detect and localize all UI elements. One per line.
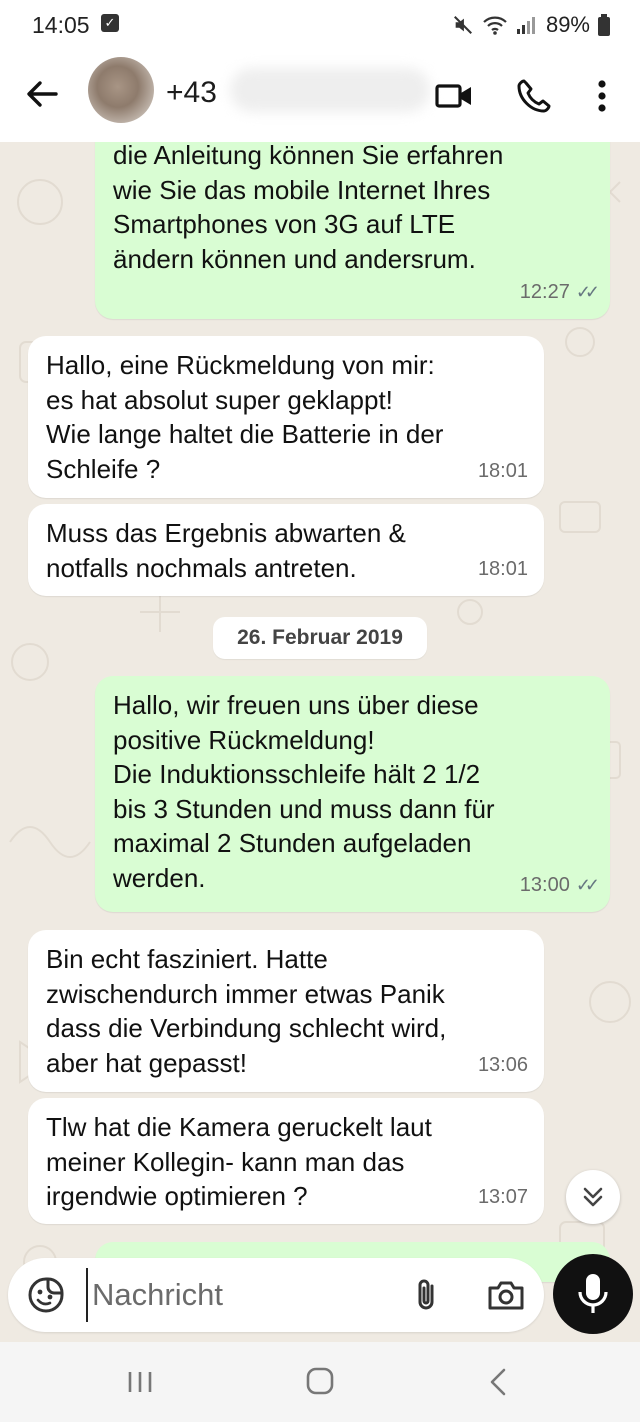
message-bubble-incoming[interactable]: Muss das Ergebnis abwarten & notfalls no… — [28, 504, 544, 596]
message-time: 13:06 — [477, 1053, 528, 1076]
message-text: Hallo, eine Rückmeldung von mir: es hat … — [46, 350, 444, 484]
message-time: 18:01 — [477, 557, 528, 580]
system-navigation-bar — [0, 1342, 640, 1422]
status-bar: 14:05 ✓ 89% — [0, 0, 640, 50]
wifi-icon — [483, 16, 507, 35]
back-arrow-icon[interactable] — [22, 74, 62, 114]
message-bubble-outgoing[interactable]: Hallo, wir freuen uns über diese positiv… — [95, 676, 610, 912]
message-text: Hallo, wir freuen uns über diese positiv… — [113, 690, 495, 893]
message-meta: 12:27 ✓✓ — [519, 275, 600, 310]
message-meta: 13:06 — [478, 1048, 528, 1083]
status-right-group: 89% — [452, 12, 610, 38]
message-time: 12:27 — [519, 280, 570, 303]
microphone-icon — [578, 1274, 608, 1313]
battery-percent: 89% — [545, 12, 590, 37]
read-ticks-icon: ✓✓ — [575, 874, 600, 895]
message-time: 13:07 — [477, 1185, 528, 1208]
scroll-to-bottom-button[interactable] — [566, 1170, 620, 1224]
message-bubble-incoming[interactable]: Bin echt fasziniert. Hatte zwischendurch… — [28, 930, 544, 1092]
message-composer — [8, 1258, 544, 1332]
message-bubble-incoming[interactable]: Hallo, eine Rückmeldung von mir: es hat … — [28, 336, 544, 498]
redacted-name-blur — [230, 68, 430, 112]
message-time: 13:00 — [519, 873, 570, 896]
paperclip-icon[interactable] — [408, 1276, 446, 1314]
status-time: 14:05 — [32, 12, 90, 38]
message-text: Muss das Ergebnis abwarten & notfalls no… — [46, 518, 406, 583]
message-bubble-outgoing[interactable]: die Anleitung können Sie erfahren wie Si… — [95, 142, 610, 319]
double-chevron-down-icon — [583, 1187, 603, 1207]
date-separator: 26. Februar 2019 — [213, 617, 427, 659]
message-meta: 18:01 — [478, 454, 528, 489]
emoji-sticker-icon[interactable] — [26, 1275, 66, 1315]
message-text: Tlw hat die Kamera geruckelt laut meiner… — [46, 1112, 432, 1211]
message-input[interactable] — [86, 1268, 392, 1322]
home-icon[interactable] — [290, 1360, 350, 1404]
mute-icon — [453, 16, 472, 34]
read-ticks-icon: ✓✓ — [575, 281, 600, 302]
chat-header: +43 — [0, 50, 640, 142]
voice-message-button[interactable] — [553, 1254, 633, 1334]
message-time: 18:01 — [477, 459, 528, 482]
back-nav-icon[interactable] — [470, 1360, 530, 1404]
message-text: die Anleitung können Sie erfahren wie Si… — [113, 142, 504, 274]
video-call-icon[interactable] — [434, 76, 474, 116]
camera-icon[interactable] — [486, 1276, 526, 1314]
more-vertical-icon[interactable] — [584, 76, 620, 116]
avatar[interactable] — [88, 57, 154, 123]
signal-icon — [516, 17, 535, 34]
recent-apps-icon[interactable] — [110, 1360, 170, 1404]
message-text: Bin echt fasziniert. Hatte zwischendurch… — [46, 944, 447, 1078]
contact-name[interactable]: +43 — [166, 76, 217, 110]
message-meta: 13:07 — [478, 1180, 528, 1215]
message-meta: 13:00 ✓✓ — [519, 868, 600, 903]
message-meta: 18:01 — [478, 552, 528, 587]
message-bubble-incoming[interactable]: Tlw hat die Kamera geruckelt laut meiner… — [28, 1098, 544, 1224]
phone-call-icon[interactable] — [514, 76, 554, 116]
chat-area[interactable]: die Anleitung können Sie erfahren wie Si… — [0, 142, 640, 1342]
notification-check-icon: ✓ — [101, 14, 119, 32]
battery-icon — [598, 14, 610, 36]
